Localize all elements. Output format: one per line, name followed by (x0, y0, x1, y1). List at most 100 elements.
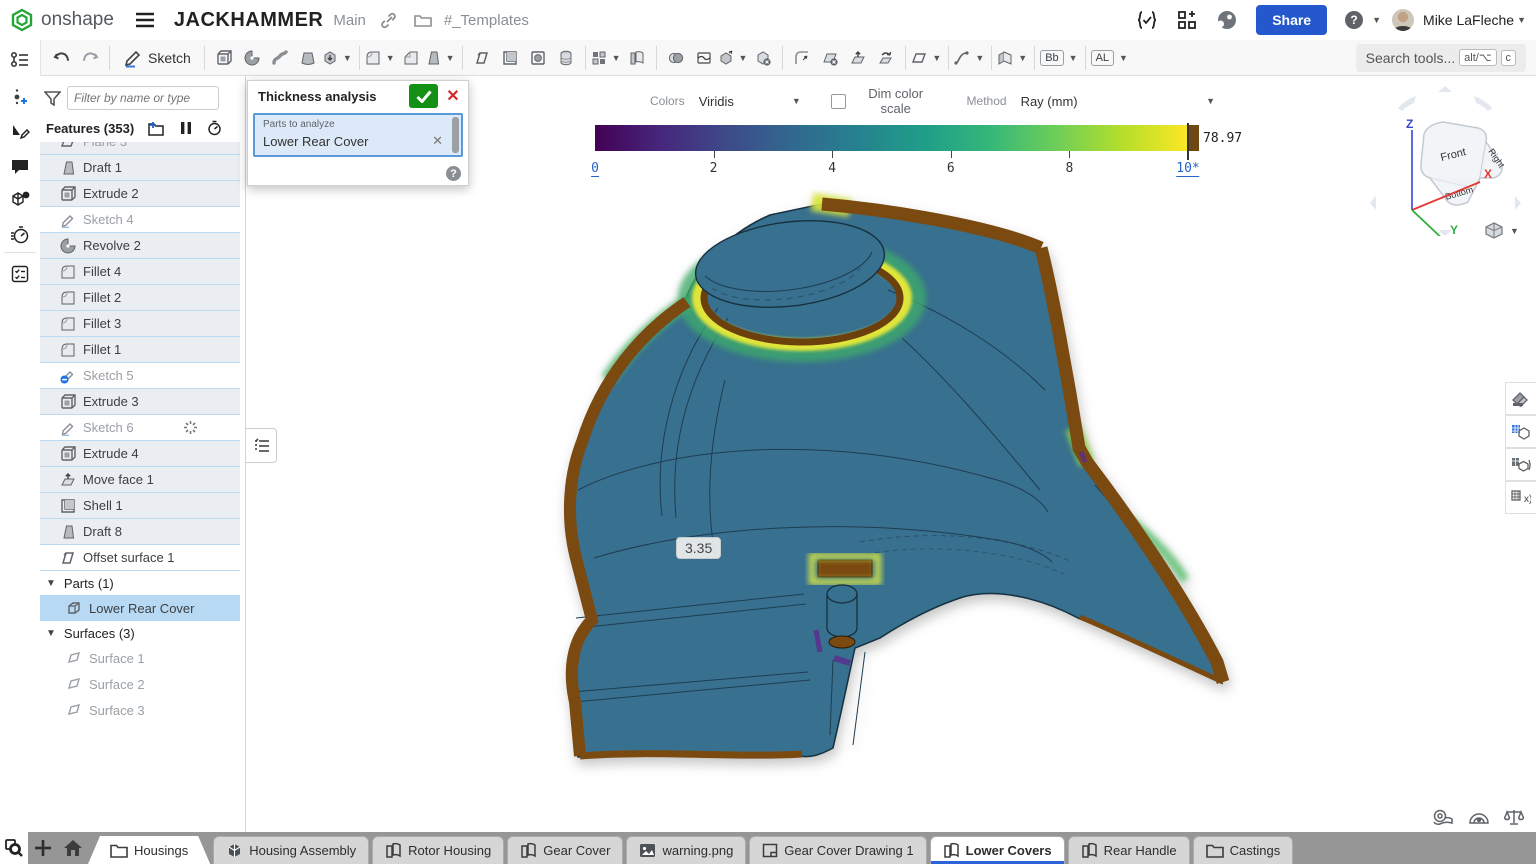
tool-caret-icon[interactable]: ▼ (739, 53, 748, 63)
fillet-tool[interactable]: ▼ (365, 44, 397, 72)
part-row[interactable]: Lower Rear Cover (40, 595, 240, 621)
named-views-panel-icon[interactable] (1505, 415, 1536, 448)
composite-part-tool[interactable]: ▼ (997, 44, 1029, 72)
parts-section-header[interactable]: ▼Parts (1) (40, 571, 240, 595)
dialog-help-icon[interactable]: ? (446, 166, 461, 181)
delete-part-tool[interactable] (749, 44, 777, 72)
tool-caret-icon[interactable]: ▼ (1018, 53, 1027, 63)
feature-row[interactable]: Fillet 3 (40, 311, 240, 337)
tab-castings[interactable]: Castings (1193, 836, 1294, 864)
tab-gear-cover[interactable]: Gear Cover (507, 836, 623, 864)
custom-tables-icon[interactable] (6, 260, 34, 288)
suppress-pause-icon[interactable] (180, 121, 192, 135)
mass-properties-icon[interactable] (1504, 808, 1524, 826)
featurescript-icon[interactable] (1132, 5, 1162, 35)
dialog-scrollbar[interactable] (452, 117, 459, 153)
chevron-down-icon[interactable]: ▼ (46, 578, 56, 589)
tab-lower-covers[interactable]: Lower Covers (930, 836, 1065, 864)
dialog-confirm-button[interactable] (409, 84, 438, 108)
split-tool[interactable] (690, 44, 718, 72)
remove-part-icon[interactable]: ✕ (432, 133, 443, 149)
feature-tree-icon[interactable] (6, 46, 34, 74)
filter-input[interactable] (67, 86, 219, 110)
curve-tool[interactable]: ▼ (954, 44, 986, 72)
method-dropdown[interactable]: Ray (mm) ▼ (1021, 94, 1215, 109)
share-button[interactable]: Share (1256, 5, 1327, 35)
dim-color-scale-checkbox[interactable]: Dim color scale (831, 86, 939, 116)
thickness-gradient-bar[interactable] (595, 125, 1188, 151)
surface-row[interactable]: Surface 1 (40, 645, 240, 671)
measure-tape-icon[interactable] (1432, 808, 1454, 826)
surfaces-section-header[interactable]: ▼Surfaces (3) (40, 621, 240, 645)
tab-gear-cover-drawing-1[interactable]: Gear Cover Drawing 1 (749, 836, 926, 864)
text-tool-tool[interactable]: Bb▼ (1040, 44, 1079, 72)
surface-row[interactable]: Surface 2 (40, 671, 240, 697)
tool-caret-icon[interactable]: ▼ (975, 53, 984, 63)
feature-row[interactable]: Shell 1 (40, 493, 240, 519)
feature-row[interactable]: Offset surface 1 (40, 545, 240, 571)
redo-button[interactable] (76, 44, 104, 72)
hamburger-menu-icon[interactable] (130, 5, 160, 35)
feature-row[interactable]: Sketch 5 (40, 363, 240, 389)
tab-warning-png[interactable]: warning.png (626, 836, 746, 864)
tool-caret-icon[interactable]: ▼ (343, 53, 352, 63)
configurations-panel-icon[interactable]: x) (1505, 481, 1536, 514)
tool-caret-icon[interactable]: ▼ (1069, 53, 1078, 63)
regen-timer-icon[interactable] (206, 120, 222, 136)
colors-dropdown[interactable]: Viridis ▼ (699, 94, 801, 109)
feature-row[interactable]: Revolve 2 (40, 233, 240, 259)
feature-row[interactable]: Fillet 2 (40, 285, 240, 311)
model-questions-icon[interactable]: ? (6, 186, 34, 214)
tab-rotor-housing[interactable]: Rotor Housing (372, 836, 504, 864)
shell-tool[interactable] (496, 44, 524, 72)
delete-face-tool[interactable] (816, 44, 844, 72)
feature-list-flyout-toggle[interactable] (246, 428, 277, 463)
feature-row[interactable]: Draft 8 (40, 519, 240, 545)
sweep-tool[interactable] (266, 44, 294, 72)
user-caret-icon[interactable]: ▼ (1517, 15, 1526, 25)
avatar[interactable] (1391, 8, 1415, 32)
feature-row[interactable]: Sketch 4 (40, 207, 240, 233)
sketch-tool[interactable]: Sketch (115, 44, 199, 72)
draft-tool[interactable]: ▼ (425, 44, 457, 72)
workspace-name[interactable]: Main (333, 12, 366, 29)
tool-caret-icon[interactable]: ▼ (1119, 53, 1128, 63)
add-tab-button[interactable] (28, 832, 58, 864)
document-title[interactable]: JACKHAMMER (174, 9, 323, 32)
feature-row[interactable]: Extrude 3 (40, 389, 240, 415)
linear-pattern-tool[interactable]: ▼ (591, 44, 623, 72)
edit-annotations-icon[interactable] (6, 118, 34, 146)
rib-tool[interactable] (468, 44, 496, 72)
comments-icon[interactable] (6, 152, 34, 180)
replace-face-tool[interactable] (872, 44, 900, 72)
filter-icon[interactable] (44, 91, 61, 106)
view-cube[interactable]: Front Right Bottom Z X Y (1368, 86, 1523, 236)
link-icon[interactable] (374, 5, 404, 35)
gradient-tick-label[interactable]: 10* (1176, 161, 1199, 177)
view-options-button[interactable]: ▼ (1484, 222, 1519, 240)
revolve-tool[interactable] (238, 44, 266, 72)
learning-center-icon[interactable] (1212, 5, 1242, 35)
tool-caret-icon[interactable]: ▼ (612, 53, 621, 63)
loft-tool[interactable] (294, 44, 322, 72)
surface-row[interactable]: Surface 3 (40, 697, 240, 723)
breadcrumb[interactable]: #_Templates (444, 12, 529, 29)
onshape-logo-icon[interactable] (10, 8, 34, 32)
undo-button[interactable] (48, 44, 76, 72)
new-folder-icon[interactable] (148, 121, 166, 136)
tool-caret-icon[interactable]: ▼ (446, 53, 455, 63)
dialog-cancel-button[interactable]: ✕ (444, 86, 462, 106)
feature-row[interactable]: Draft 1 (40, 155, 240, 181)
feature-row[interactable]: Extrude 2 (40, 181, 240, 207)
hole-tool[interactable] (524, 44, 552, 72)
variable-studio-icon[interactable] (6, 84, 34, 112)
app-store-icon[interactable] (1172, 5, 1202, 35)
tool-caret-icon[interactable]: ▼ (386, 53, 395, 63)
chevron-down-icon[interactable]: ▼ (46, 628, 56, 639)
chamfer-tool[interactable] (397, 44, 425, 72)
tool-caret-icon[interactable]: ▼ (932, 53, 941, 63)
performance-timer-icon[interactable] (6, 221, 34, 249)
move-face-tool[interactable] (844, 44, 872, 72)
user-name[interactable]: Mike LaFleche (1423, 12, 1514, 28)
parts-to-analyze-box[interactable]: Parts to analyze Lower Rear Cover ✕ (253, 113, 463, 157)
